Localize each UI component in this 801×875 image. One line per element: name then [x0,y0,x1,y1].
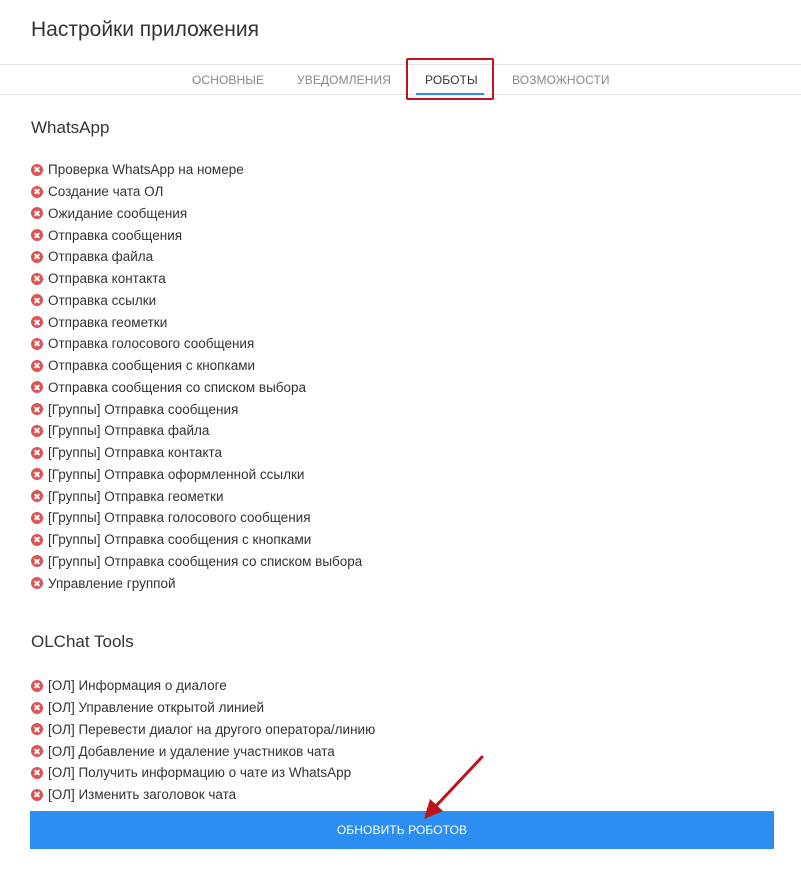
robot-list-item: Отправка голосового сообщения [31,333,362,355]
error-circle-x-icon [31,533,43,546]
robot-list-item: Ожидание сообщения [31,203,362,225]
error-circle-x-icon [31,229,43,242]
robot-label: Отправка голосового сообщения [48,336,255,352]
robot-label: Ожидание сообщения [48,205,188,221]
robot-label: [Группы] Отправка сообщения с кнопками [48,532,312,548]
error-circle-x-icon [31,555,43,568]
robot-label: [ОЛ] Управление открытой линией [48,700,265,716]
error-circle-x-icon [31,316,43,329]
error-circle-x-icon [31,185,43,198]
robot-list-item: Отправка геометки [31,311,362,333]
robot-list-item: [Группы] Отправка геометки [31,485,362,507]
robot-label: [ОЛ] Изменить заголовок чата [48,787,237,803]
robot-list-item: Отправка сообщения [31,224,362,246]
error-circle-x-icon [31,403,43,416]
error-circle-x-icon [31,679,43,692]
whatsapp-section-title: WhatsApp [31,118,110,137]
robot-label: Отправка ссылки [48,292,157,308]
robot-list-item: Отправка ссылки [31,290,362,312]
robot-list-item: Управление группой [31,572,362,594]
olchat-section-title: OLChat Tools [31,632,134,651]
robot-label: [Группы] Отправка сообщения со списком в… [48,553,363,569]
error-circle-x-icon [31,207,43,220]
robot-list-item: [ОЛ] Получить информацию о чате из Whats… [31,762,375,784]
robot-list-item: Отправка контакта [31,268,362,290]
whatsapp-robot-list: Проверка WhatsApp на номере Создание чата… [31,159,362,594]
error-circle-x-icon [31,424,43,437]
robot-label: Отправка контакта [48,271,166,287]
robot-list-item: [Группы] Отправка сообщения с кнопками [31,529,362,551]
robot-label: Управление группой [48,575,176,591]
olchat-robot-list: [ОЛ] Информация о диалоге [ОЛ] Управление… [31,675,375,806]
robot-list-item: Создание чата ОЛ [31,181,362,203]
error-circle-x-icon [31,701,43,714]
robot-list-item: [Группы] Отправка контакта [31,442,362,464]
error-circle-x-icon [31,294,43,307]
robot-label: [Группы] Отправка сообщения [48,401,239,417]
error-circle-x-icon [31,723,43,736]
error-circle-x-icon [31,745,43,758]
error-circle-x-icon [31,788,43,801]
error-circle-x-icon [31,577,43,590]
robot-label: [ОЛ] Перевести диалог на другого операто… [48,721,376,737]
tab-highlight-box [406,58,494,100]
error-circle-x-icon [31,490,43,503]
robot-label: [ОЛ] Добавление и удаление участников ча… [48,743,335,759]
robot-list-item: [ОЛ] Перевести диалог на другого операто… [31,719,375,741]
robot-label: [ОЛ] Получить информацию о чате из Whats… [48,765,352,781]
robot-list-item: [Группы] Отправка сообщения [31,398,362,420]
error-circle-x-icon [31,381,43,394]
robot-list-item: [ОЛ] Управление открытой линией [31,697,375,719]
error-circle-x-icon [31,766,43,779]
tab-features[interactable]: ВОЗМОЖНОСТИ [512,73,610,87]
robot-list-item: [Группы] Отправка оформленной ссылки [31,464,362,486]
robot-label: [Группы] Отправка файла [48,423,210,439]
robot-label: [Группы] Отправка контакта [48,445,223,461]
robot-list-item: Проверка WhatsApp на номере [31,159,362,181]
robot-label: Отправка сообщения со списком выбора [48,379,307,395]
tab-general[interactable]: ОСНОВНЫЕ [192,73,264,87]
tabs-bar: ОСНОВНЫЕ УВЕДОМЛЕНИЯ РОБОТЫ ВОЗМОЖНОСТИ [0,64,801,95]
robot-label: Создание чата ОЛ [48,184,164,200]
robot-list-item: [ОЛ] Изменить заголовок чата [31,784,375,806]
error-circle-x-icon [31,468,43,481]
page-title: Настройки приложения [31,18,259,41]
error-circle-x-icon [31,446,43,459]
robot-list-item: [Группы] Отправка сообщения со списком в… [31,551,362,573]
robot-list-item: Отправка сообщения с кнопками [31,355,362,377]
robot-list-item: [Группы] Отправка файла [31,420,362,442]
robot-label: Отправка файла [48,249,154,265]
error-circle-x-icon [31,163,43,176]
error-circle-x-icon [31,511,43,524]
error-circle-x-icon [31,337,43,350]
robot-label: [Группы] Отправка геометки [48,488,224,504]
robot-label: [ОЛ] Информация о диалоге [48,678,227,694]
tab-notifications[interactable]: УВЕДОМЛЕНИЯ [297,73,391,87]
robot-label: [Группы] Отправка голосового сообщения [48,510,311,526]
robot-list-item: [Группы] Отправка голосового сообщения [31,507,362,529]
robot-label: Проверка WhatsApp на номере [48,162,244,178]
robot-list-item: Отправка сообщения со списком выбора [31,377,362,399]
robot-list-item: Отправка файла [31,246,362,268]
robot-label: [Группы] Отправка оформленной ссылки [48,466,305,482]
robot-label: Отправка геометки [48,314,168,330]
error-circle-x-icon [31,250,43,263]
error-circle-x-icon [31,272,43,285]
error-circle-x-icon [31,359,43,372]
update-robots-button[interactable]: ОБНОВИТЬ РОБОТОВ [30,811,774,849]
robot-list-item: [ОЛ] Добавление и удаление участников ча… [31,740,375,762]
robot-label: Отправка сообщения с кнопками [48,358,256,374]
robot-list-item: [ОЛ] Информация о диалоге [31,675,375,697]
robot-label: Отправка сообщения [48,227,183,243]
